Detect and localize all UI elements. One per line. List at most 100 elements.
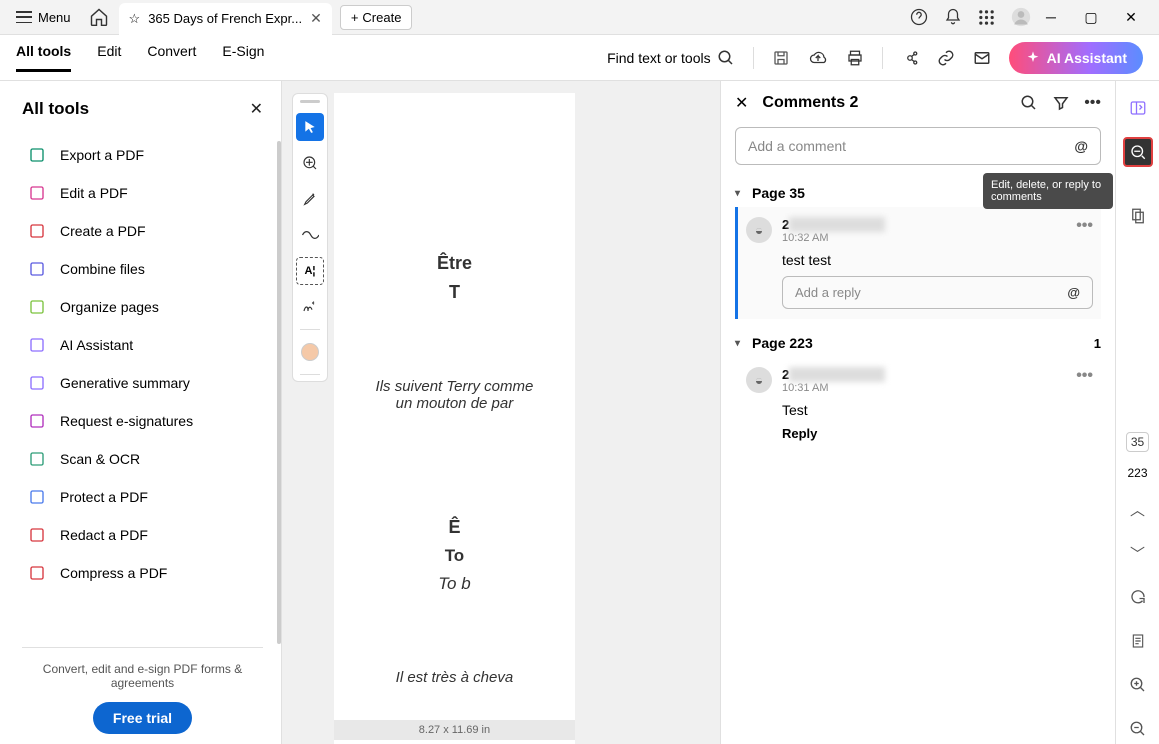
scrollbar[interactable]	[277, 141, 281, 644]
home-button[interactable]	[89, 7, 109, 27]
tool-item[interactable]: Scan & OCR	[22, 441, 263, 477]
close-panel-button[interactable]: ✕	[250, 99, 263, 119]
toolbar: All tools Edit Convert E-Sign Find text …	[0, 35, 1159, 81]
pdf-page[interactable]: Être T Ils suivent Terry comme un mouton…	[334, 93, 575, 744]
tool-item[interactable]: Compress a PDF	[22, 555, 263, 591]
select-tool[interactable]	[296, 113, 324, 141]
page-down-icon[interactable]: ﹀	[1123, 538, 1153, 568]
profile-icon[interactable]	[1011, 7, 1031, 27]
zoom-in-icon[interactable]	[1123, 670, 1153, 700]
comment-more-icon[interactable]: •••	[1076, 217, 1093, 235]
close-window-button[interactable]: ✕	[1111, 9, 1151, 26]
email-icon[interactable]	[973, 49, 991, 67]
tool-item-label: AI Assistant	[60, 337, 133, 353]
plus-icon: +	[351, 10, 359, 25]
maximize-button[interactable]: ▢	[1071, 9, 1111, 26]
minimize-button[interactable]: ─	[1031, 9, 1071, 25]
mention-icon[interactable]: @	[1067, 285, 1080, 300]
tool-item-icon	[28, 564, 46, 582]
tool-item-icon	[28, 526, 46, 544]
tool-item-icon	[28, 412, 46, 430]
page-up-icon[interactable]: ︿	[1123, 494, 1153, 524]
tool-item[interactable]: Combine files	[22, 251, 263, 287]
free-trial-button[interactable]: Free trial	[93, 702, 192, 734]
tab-convert[interactable]: Convert	[147, 43, 196, 72]
share-icon[interactable]	[901, 49, 919, 67]
tool-item[interactable]: AI Assistant	[22, 327, 263, 363]
text-tool[interactable]: A¦	[296, 257, 324, 285]
page-indicator-223[interactable]: 223	[1127, 466, 1147, 480]
reply-placeholder: Add a reply	[795, 285, 861, 300]
comment-more-icon[interactable]: •••	[1076, 367, 1093, 385]
comment-card[interactable]: ◒2xxxxx10:31 AM•••TestReply	[735, 357, 1101, 451]
tool-item[interactable]: Request e-signatures	[22, 403, 263, 439]
draw-tool[interactable]	[296, 221, 324, 249]
sign-tool[interactable]	[296, 293, 324, 321]
comment-tool[interactable]	[296, 149, 324, 177]
titlebar-icons	[910, 7, 1031, 27]
add-comment-input[interactable]: Add a comment @	[735, 127, 1101, 165]
drag-handle-icon[interactable]	[300, 100, 320, 103]
page-view-icon[interactable]	[1123, 626, 1153, 656]
page-group-header[interactable]: ▾Page 2231	[735, 329, 1101, 357]
right-rail: Edit, delete, or reply to comments 35 22…	[1115, 81, 1159, 744]
document-tab[interactable]: ☆ 365 Days of French Expr... ✕	[119, 3, 332, 35]
chevron-down-icon: ▾	[735, 338, 740, 349]
page-group-label: Page 35	[752, 185, 805, 201]
tool-item[interactable]: Create a PDF	[22, 213, 263, 249]
bell-icon[interactable]	[944, 8, 962, 26]
toolbar-right: Find text or tools AI Assistant	[607, 42, 1143, 74]
link-icon[interactable]	[937, 49, 955, 67]
bookmarks-icon[interactable]	[1123, 201, 1153, 231]
document-area: A¦ Être T Ils suivent Terry comme un mou…	[282, 81, 720, 744]
tool-item[interactable]: Generative summary	[22, 365, 263, 401]
tool-item[interactable]: Redact a PDF	[22, 517, 263, 553]
tool-item-icon	[28, 260, 46, 278]
avatar-icon: ◒	[746, 367, 772, 393]
mention-icon[interactable]: @	[1074, 138, 1088, 154]
save-icon[interactable]	[772, 49, 790, 67]
doc-text-line: To b	[374, 574, 535, 594]
tool-item[interactable]: Export a PDF	[22, 137, 263, 173]
reply-link[interactable]: Reply	[782, 426, 1093, 441]
comments-rail-icon[interactable]	[1123, 137, 1153, 167]
tool-item[interactable]: Protect a PDF	[22, 479, 263, 515]
page-indicator-35[interactable]: 35	[1126, 432, 1149, 452]
doc-text-line: Ils suivent Terry comme un mouton de par	[374, 378, 535, 412]
page-group-label: Page 223	[752, 335, 813, 351]
comment-text: Test	[782, 402, 1093, 418]
ai-assistant-button[interactable]: AI Assistant	[1009, 42, 1143, 74]
help-icon[interactable]	[910, 8, 928, 26]
tool-item[interactable]: Organize pages	[22, 289, 263, 325]
tab-close-button[interactable]: ✕	[310, 10, 322, 27]
tooltip: Edit, delete, or reply to comments	[983, 173, 1113, 209]
cloud-upload-icon[interactable]	[808, 49, 828, 67]
zoom-out-icon[interactable]	[1123, 714, 1153, 744]
create-button[interactable]: + Create	[340, 5, 413, 30]
menu-button[interactable]: Menu	[8, 6, 79, 29]
close-comments-button[interactable]: ✕	[735, 93, 748, 113]
filter-comments-icon[interactable]	[1052, 94, 1070, 112]
apps-icon[interactable]	[978, 9, 995, 26]
more-comments-icon[interactable]: •••	[1084, 94, 1101, 112]
comment-card[interactable]: ◒2xxxxx10:32 AM•••test testAdd a reply@	[735, 207, 1101, 319]
panel-title: All tools	[22, 99, 89, 119]
panel-toggle-icon[interactable]	[1123, 93, 1153, 123]
comment-time: 10:32 AM	[782, 232, 1066, 244]
tool-item-label: Create a PDF	[60, 223, 146, 239]
reply-input[interactable]: Add a reply @	[782, 276, 1093, 309]
print-icon[interactable]	[846, 49, 864, 67]
find-button[interactable]: Find text or tools	[607, 49, 735, 67]
tab-esign[interactable]: E-Sign	[222, 43, 264, 72]
search-comments-icon[interactable]	[1020, 94, 1038, 112]
tab-all-tools[interactable]: All tools	[16, 43, 71, 72]
panel-footer: Convert, edit and e-sign PDF forms & agr…	[22, 647, 263, 734]
tool-item-label: Compress a PDF	[60, 565, 167, 581]
tool-item[interactable]: Edit a PDF	[22, 175, 263, 211]
chevron-down-icon: ▾	[735, 188, 740, 199]
tab-edit[interactable]: Edit	[97, 43, 121, 72]
highlight-tool[interactable]	[296, 185, 324, 213]
doc-text-line	[374, 311, 535, 328]
color-tool[interactable]	[296, 338, 324, 366]
rotate-icon[interactable]	[1123, 582, 1153, 612]
